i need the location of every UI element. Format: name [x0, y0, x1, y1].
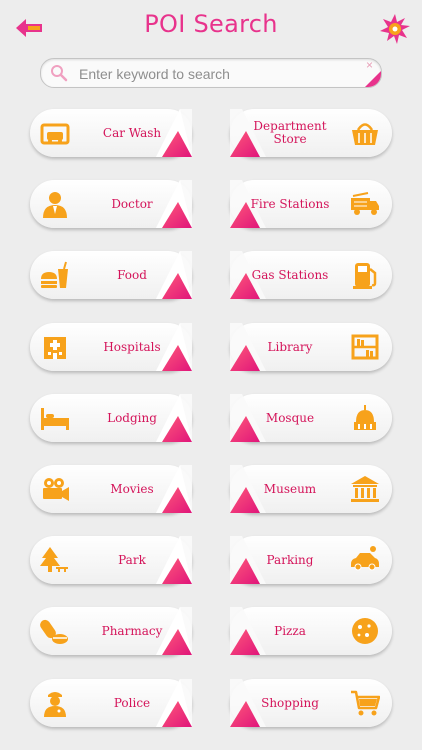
category-label: Lodging — [107, 410, 157, 425]
category-parking-button[interactable]: Parking — [230, 536, 392, 584]
category-museum-button[interactable]: Museum — [230, 465, 392, 513]
car-wash-icon — [40, 123, 70, 145]
category-fire-stations-button[interactable]: Fire Stations — [230, 180, 392, 228]
fire-truck-icon — [351, 192, 379, 215]
category-label: Pizza — [274, 623, 306, 638]
category-label: Hospitals — [103, 339, 161, 354]
category-park-button[interactable]: Park — [30, 536, 192, 584]
category-food-button[interactable]: Food — [30, 251, 192, 299]
parked-car-icon — [351, 546, 379, 571]
tree-icon — [40, 547, 68, 572]
category-label: Movies — [110, 481, 154, 496]
category-pizza-button[interactable]: Pizza — [230, 607, 392, 655]
burger-drink-icon — [41, 261, 68, 288]
category-label: Police — [113, 695, 151, 710]
hospital-building-icon — [44, 337, 66, 359]
pills-icon — [40, 619, 68, 644]
category-grid: Car Wash Department Store Doctor Fire Stati… — [0, 0, 422, 750]
category-label: Library — [267, 339, 313, 354]
category-label: Department Store — [253, 119, 327, 146]
category-doctor-button[interactable]: Doctor — [30, 180, 192, 228]
bed-icon — [41, 408, 69, 430]
category-label: Gas Stations — [251, 267, 329, 282]
bookshelf-icon — [351, 334, 379, 360]
category-police-button[interactable]: Police — [30, 679, 192, 727]
category-label: Doctor — [111, 196, 153, 211]
gas-pump-icon — [353, 263, 377, 289]
category-label: Pharmacy — [101, 623, 163, 638]
category-label: Fire Stations — [250, 196, 330, 211]
police-officer-icon — [44, 692, 66, 717]
category-movies-button[interactable]: Movies — [30, 465, 192, 513]
doctor-icon — [43, 192, 67, 218]
category-department-store-button[interactable]: Department Store — [230, 109, 392, 157]
category-shopping-button[interactable]: Shopping — [230, 679, 392, 727]
shopping-cart-icon — [351, 690, 380, 716]
category-pharmacy-button[interactable]: Pharmacy — [30, 607, 192, 655]
dome-icon — [354, 405, 376, 430]
museum-icon — [351, 476, 379, 502]
category-label: Mosque — [265, 410, 315, 425]
category-label: Parking — [266, 552, 314, 567]
category-lodging-button[interactable]: Lodging — [30, 394, 192, 442]
category-label: Museum — [263, 481, 317, 496]
category-label: Park — [118, 552, 146, 567]
basket-icon — [352, 123, 378, 145]
movie-camera-icon — [43, 478, 69, 501]
pizza-icon — [352, 618, 378, 644]
category-label: Car Wash — [102, 125, 162, 140]
category-hospitals-button[interactable]: Hospitals — [30, 323, 192, 371]
category-label: Shopping — [261, 695, 319, 710]
category-mosque-button[interactable]: Mosque — [230, 394, 392, 442]
category-library-button[interactable]: Library — [230, 323, 392, 371]
category-car-wash-button[interactable]: Car Wash — [30, 109, 192, 157]
category-gas-stations-button[interactable]: Gas Stations — [230, 251, 392, 299]
category-label: Food — [117, 267, 147, 282]
